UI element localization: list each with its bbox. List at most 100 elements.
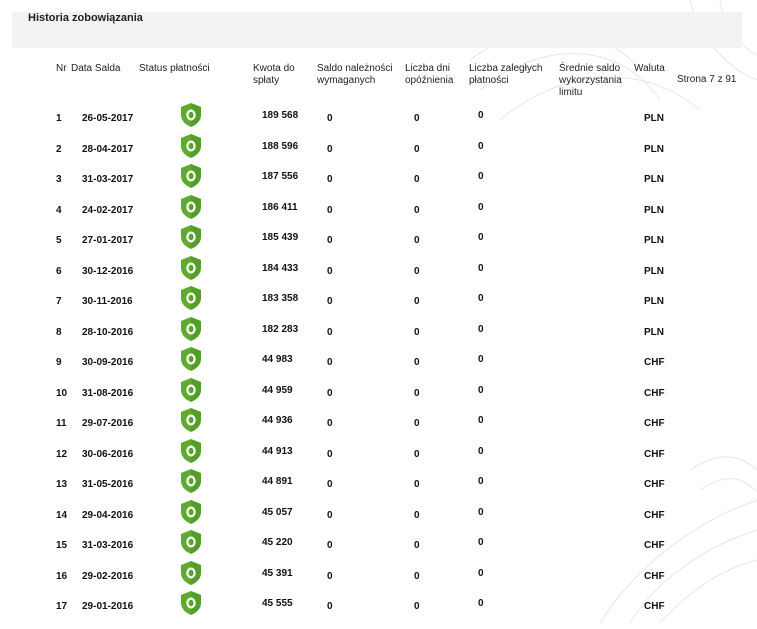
row-number: 11: [56, 418, 67, 429]
row-number: 3: [56, 174, 62, 185]
row-amount: 44 983: [262, 354, 293, 365]
status-shield-icon: [181, 499, 201, 524]
row-currency: PLN: [644, 326, 664, 338]
row-date: 29-02-2016: [82, 570, 134, 582]
column-header-avg-limit: Średnie saldo wykorzystania limitu: [559, 63, 622, 98]
table-row: 4 24-02-2017 186 411 0 0 0 PLN: [0, 194, 757, 233]
row-overdue-payments: 0: [478, 598, 484, 609]
row-overdue-payments: 0: [478, 293, 484, 304]
row-number: 4: [56, 204, 62, 216]
row-balance-due: 0: [327, 174, 333, 185]
row-days-late: 0: [414, 326, 420, 338]
table-row: 5 27-01-2017 185 439 0 0 0 PLN: [0, 225, 757, 263]
column-header-status: Status płatności: [139, 63, 210, 74]
row-currency: CHF: [644, 570, 665, 582]
status-shield-icon: [181, 408, 201, 432]
row-overdue-payments: 0: [478, 506, 484, 518]
table-row: 3 31-03-2017 187 556 0 0 0 PLN: [0, 164, 757, 202]
row-date: 31-03-2016: [82, 540, 134, 551]
row-days-late: 0: [414, 387, 420, 399]
row-date: 28-10-2016: [82, 326, 134, 338]
table-row: 8 28-10-2016 182 283 0 0 0 PLN: [0, 316, 757, 355]
table-row: 9 30-09-2016 44 983 0 0 0 CHF: [0, 347, 757, 385]
row-amount: 44 913: [262, 445, 293, 457]
status-shield-icon: [181, 469, 201, 493]
row-number: 9: [56, 357, 62, 368]
row-number: 1: [56, 113, 62, 124]
row-overdue-payments: 0: [478, 232, 484, 243]
table-row: 14 29-04-2016 45 057 0 0 0 CHF: [0, 499, 757, 538]
row-overdue-payments: 0: [478, 262, 484, 274]
row-date: 24-02-2017: [82, 204, 134, 216]
table-row: 11 29-07-2016 44 936 0 0 0 CHF: [0, 408, 757, 446]
status-shield-icon: [181, 103, 201, 127]
row-number: 5: [56, 235, 62, 246]
row-number: 16: [56, 570, 68, 582]
row-currency: CHF: [644, 509, 665, 521]
row-days-late: 0: [414, 357, 420, 368]
row-overdue-payments: 0: [478, 201, 484, 213]
row-overdue-payments: 0: [478, 323, 484, 335]
column-header-date: Data Salda: [71, 63, 121, 74]
row-overdue-payments: 0: [478, 171, 484, 182]
row-balance-due: 0: [327, 357, 333, 368]
row-balance-due: 0: [327, 540, 333, 551]
column-header-overdue-payments: Liczba zaległych płatności: [469, 63, 543, 86]
row-overdue-payments: 0: [478, 354, 484, 365]
row-amount: 188 596: [262, 140, 299, 152]
row-balance-due: 0: [327, 418, 333, 429]
row-overdue-payments: 0: [478, 537, 484, 548]
row-date: 27-01-2017: [82, 235, 134, 246]
row-days-late: 0: [414, 143, 420, 155]
table-row: 16 29-02-2016 45 391 0 0 0 CHF: [0, 560, 757, 599]
row-date: 29-04-2016: [82, 509, 134, 521]
row-overdue-payments: 0: [478, 567, 484, 579]
row-number: 12: [56, 448, 68, 460]
status-shield-icon: [181, 530, 201, 554]
table-row: 1 26-05-2017 189 568 0 0 0 PLN: [0, 103, 757, 141]
row-balance-due: 0: [327, 235, 333, 246]
row-days-late: 0: [414, 174, 420, 185]
row-number: 17: [56, 601, 68, 612]
row-currency: CHF: [644, 601, 665, 612]
row-balance-due: 0: [327, 143, 333, 155]
row-balance-due: 0: [327, 265, 333, 277]
row-number: 6: [56, 265, 62, 277]
row-days-late: 0: [414, 601, 420, 612]
row-currency: PLN: [644, 265, 664, 277]
row-balance-due: 0: [327, 448, 333, 460]
row-days-late: 0: [414, 113, 420, 124]
row-currency: CHF: [644, 448, 665, 460]
row-days-late: 0: [414, 204, 420, 216]
row-date: 30-12-2016: [82, 265, 134, 277]
table-row: 2 28-04-2017 188 596 0 0 0 PLN: [0, 133, 757, 172]
status-shield-icon: [181, 591, 201, 615]
status-shield-icon: [181, 286, 201, 310]
row-days-late: 0: [414, 570, 420, 582]
row-days-late: 0: [414, 479, 420, 490]
row-amount: 186 411: [262, 201, 298, 213]
table-row: 13 31-05-2016 44 891 0 0 0 CHF: [0, 469, 757, 507]
row-date: 30-06-2016: [82, 448, 134, 460]
row-amount: 182 283: [262, 323, 299, 335]
row-amount: 44 891: [262, 476, 293, 487]
row-amount: 189 568: [262, 110, 299, 121]
row-number: 2: [56, 143, 62, 155]
row-number: 7: [56, 296, 62, 307]
table-row: 10 31-08-2016 44 959 0 0 0 CHF: [0, 377, 757, 416]
row-amount: 183 358: [262, 293, 299, 304]
row-days-late: 0: [414, 296, 420, 307]
row-currency: CHF: [644, 479, 665, 490]
row-currency: CHF: [644, 357, 665, 368]
row-overdue-payments: 0: [478, 140, 484, 152]
row-overdue-payments: 0: [478, 110, 484, 121]
row-currency: CHF: [644, 418, 665, 429]
status-shield-icon: [181, 438, 201, 463]
row-balance-due: 0: [327, 601, 333, 612]
row-date: 26-05-2017: [82, 113, 134, 124]
row-days-late: 0: [414, 509, 420, 521]
row-currency: PLN: [644, 235, 664, 246]
table-row: 17 29-01-2016 45 555 0 0 0 CHF: [0, 591, 757, 629]
status-shield-icon: [181, 133, 201, 158]
status-shield-icon: [181, 377, 201, 402]
